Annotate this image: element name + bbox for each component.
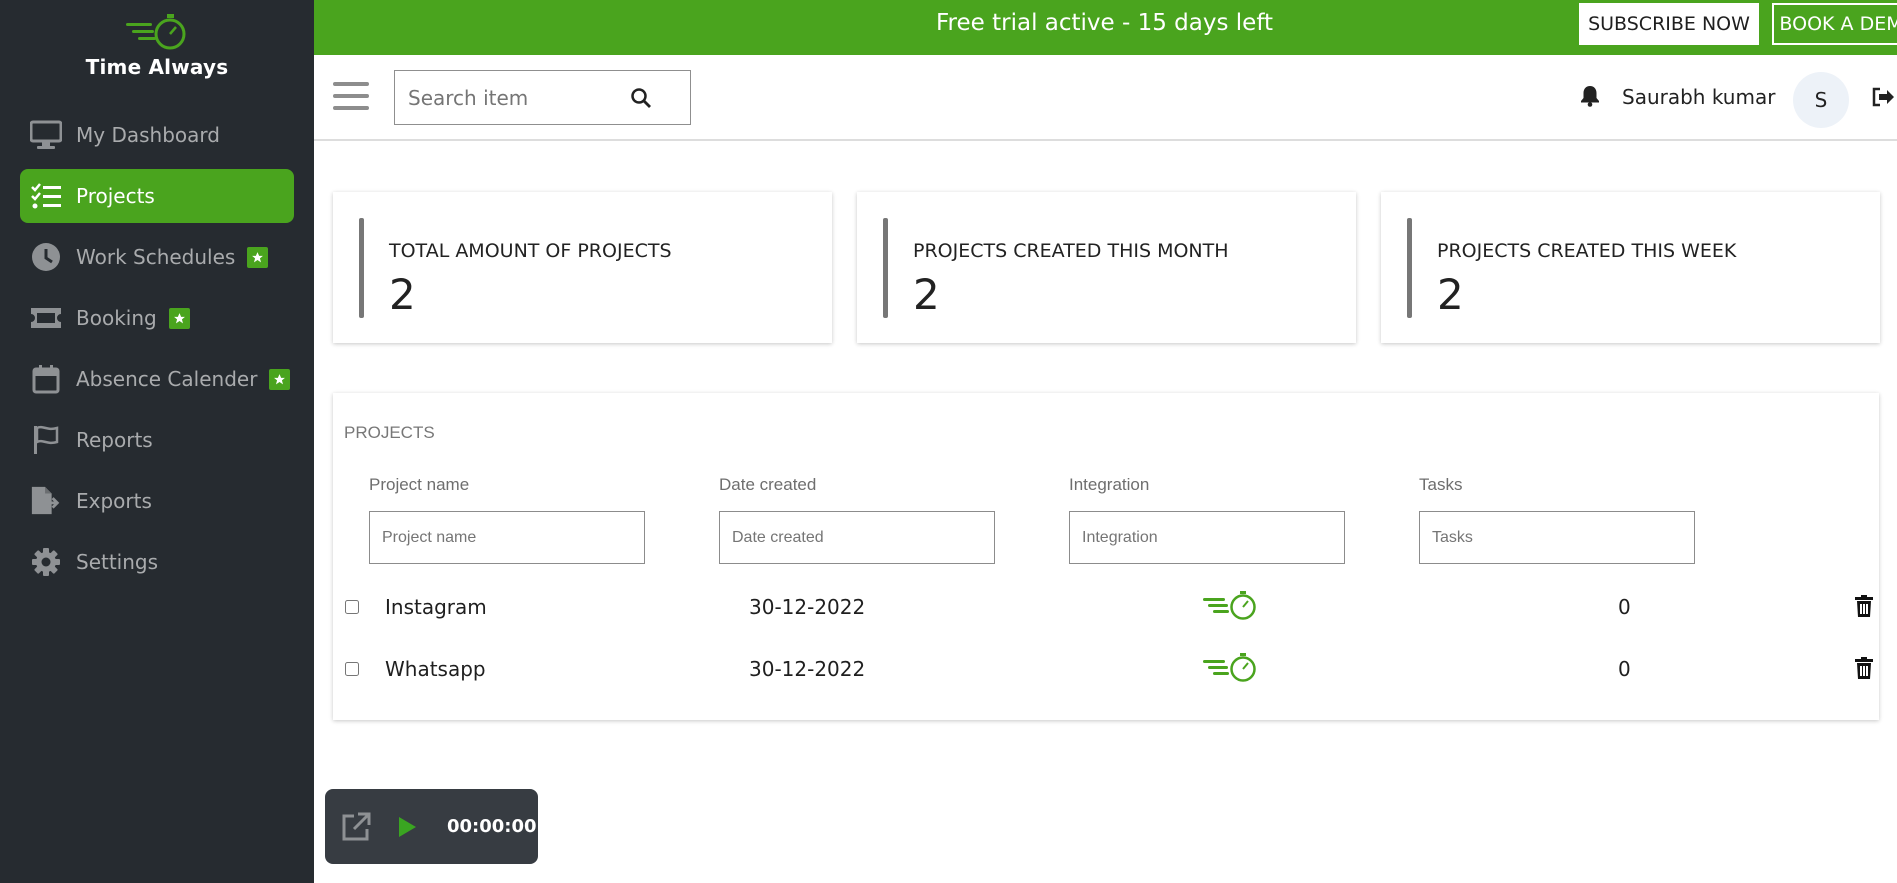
column-header-integration[interactable]: Integration: [1069, 475, 1149, 495]
panel-title: PROJECTS: [344, 423, 435, 442]
search-box: [394, 70, 691, 125]
sidebar-item-label: My Dashboard: [76, 123, 220, 147]
table-row[interactable]: Instagram 30-12-2022 0: [333, 586, 1879, 636]
subscribe-now-button[interactable]: SUBSCRIBE NOW: [1579, 3, 1759, 45]
notification-bell-icon[interactable]: [1580, 85, 1600, 107]
time-always-stopwatch-icon: [1203, 653, 1256, 682]
filter-date-created-input[interactable]: [719, 511, 995, 564]
trial-status-text: Free trial active - 15 days left: [936, 10, 1274, 36]
sidebar-item-label: Booking: [76, 306, 157, 330]
brand-logo[interactable]: Time Always: [0, 14, 314, 79]
sidebar-item-projects[interactable]: Projects: [20, 169, 294, 223]
stat-label: PROJECTS CREATED THIS MONTH: [913, 240, 1229, 262]
stat-accent-bar: [359, 218, 364, 318]
sidebar-item-reports[interactable]: Reports: [20, 413, 294, 467]
flag-icon: [30, 424, 62, 456]
search-input[interactable]: [395, 71, 625, 124]
clock-icon: [30, 241, 62, 273]
ticket-icon: [30, 302, 62, 334]
column-header-project-name[interactable]: Project name: [369, 475, 469, 495]
star-badge-icon: [168, 307, 190, 329]
filter-tasks-input[interactable]: [1419, 511, 1695, 564]
column-header-tasks[interactable]: Tasks: [1419, 475, 1462, 495]
file-export-icon: [30, 485, 62, 517]
calendar-icon: [30, 363, 62, 395]
row-select-checkbox[interactable]: [345, 662, 359, 676]
stat-label: PROJECTS CREATED THIS WEEK: [1437, 240, 1737, 262]
stat-card-total-projects: TOTAL AMOUNT OF PROJECTS 2: [333, 192, 832, 343]
date-created-cell: 30-12-2022: [749, 657, 866, 681]
timer-time: 00:00:00: [447, 816, 537, 837]
sidebar-item-exports[interactable]: Exports: [20, 474, 294, 528]
timer-widget: 00:00:00: [325, 789, 538, 864]
play-icon[interactable]: [397, 816, 417, 838]
gear-icon: [30, 546, 62, 578]
star-badge-icon: [247, 246, 269, 268]
monitor-icon: [30, 119, 62, 151]
filter-integration-input[interactable]: [1069, 511, 1345, 564]
sidebar-item-work-schedules[interactable]: Work Schedules: [20, 230, 294, 284]
stat-card-projects-this-month: PROJECTS CREATED THIS MONTH 2: [857, 192, 1356, 343]
sidebar: Time Always My Dashboard Projects Work S…: [0, 0, 314, 883]
sidebar-item-label: Reports: [76, 428, 153, 452]
time-always-stopwatch-icon: [1203, 591, 1256, 620]
stat-accent-bar: [1407, 218, 1412, 318]
stat-accent-bar: [883, 218, 888, 318]
row-select-checkbox[interactable]: [345, 600, 359, 614]
trial-banner: Free trial active - 15 days left SUBSCRI…: [314, 0, 1897, 55]
top-header: Saurabh kumar S: [314, 55, 1897, 141]
brand-name: Time Always: [85, 55, 229, 79]
trash-icon[interactable]: [1855, 657, 1873, 679]
sidebar-item-label: Projects: [76, 184, 155, 208]
search-icon[interactable]: [630, 87, 652, 109]
logout-icon[interactable]: [1871, 86, 1895, 108]
stopwatch-logo-icon: [126, 14, 186, 50]
sidebar-item-booking[interactable]: Booking: [20, 291, 294, 345]
sidebar-item-label: Exports: [76, 489, 152, 513]
filter-project-name-input[interactable]: [369, 511, 645, 564]
sidebar-item-label: Absence Calender: [76, 367, 258, 391]
user-name[interactable]: Saurabh kumar: [1622, 85, 1775, 109]
projects-panel: PROJECTS Project name Date created Integ…: [333, 393, 1879, 720]
sidebar-item-label: Work Schedules: [76, 245, 236, 269]
tasks-count-cell: 0: [1618, 657, 1631, 681]
stat-value: 2: [913, 270, 940, 319]
table-row[interactable]: Whatsapp 30-12-2022 0: [333, 648, 1879, 698]
column-header-date-created[interactable]: Date created: [719, 475, 816, 495]
avatar[interactable]: S: [1793, 72, 1849, 128]
sidebar-item-settings[interactable]: Settings: [20, 535, 294, 589]
sidebar-item-absence-calender[interactable]: Absence Calender: [20, 352, 294, 406]
checklist-icon: [30, 180, 62, 212]
stat-label: TOTAL AMOUNT OF PROJECTS: [389, 240, 672, 262]
sidebar-nav: My Dashboard Projects Work Schedules Boo…: [20, 108, 294, 596]
book-a-demo-button[interactable]: BOOK A DEMO: [1772, 3, 1897, 45]
project-name-cell[interactable]: Instagram: [385, 595, 487, 619]
sidebar-item-my-dashboard[interactable]: My Dashboard: [20, 108, 294, 162]
hamburger-menu-icon[interactable]: [333, 82, 369, 114]
stat-value: 2: [1437, 270, 1464, 319]
stat-value: 2: [389, 270, 416, 319]
project-name-cell[interactable]: Whatsapp: [385, 657, 486, 681]
stat-card-projects-this-week: PROJECTS CREATED THIS WEEK 2: [1381, 192, 1880, 343]
tasks-count-cell: 0: [1618, 595, 1631, 619]
sidebar-item-label: Settings: [76, 550, 159, 574]
date-created-cell: 30-12-2022: [749, 595, 866, 619]
star-badge-icon: [269, 368, 291, 390]
trash-icon[interactable]: [1855, 595, 1873, 617]
external-link-icon[interactable]: [340, 811, 372, 843]
